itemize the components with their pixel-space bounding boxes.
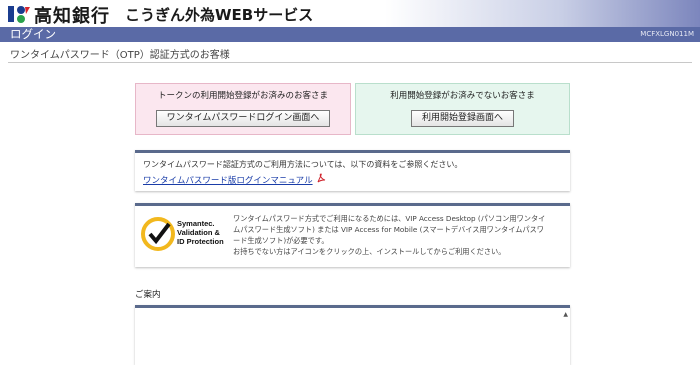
pdf-icon[interactable]	[316, 173, 326, 183]
header-banner: 高知銀行 こうぎん外為WEBサービス	[0, 0, 700, 27]
registration-button[interactable]: 利用開始登録画面へ	[411, 110, 514, 127]
not-registered-panel: 利用開始登録がお済みでないお客さま 利用開始登録画面へ	[355, 83, 570, 135]
token-registered-title: トークンの利用開始登録がお済みのお客さま	[157, 91, 328, 101]
token-registered-panel: トークンの利用開始登録がお済みのお客さま ワンタイムパスワードログイン画面へ	[135, 83, 351, 135]
screen-code: MCFXLGN011M	[640, 30, 694, 38]
symantec-vip-logo[interactable]: Symantec. Validation & ID Protection	[141, 215, 227, 255]
symantec-check-icon	[141, 217, 175, 251]
otp-login-button[interactable]: ワンタイムパスワードログイン画面へ	[156, 110, 330, 127]
heading-divider	[8, 62, 692, 63]
page-titlebar: ログイン MCFXLGN011M	[0, 27, 700, 42]
bank-logo-icon	[8, 6, 30, 23]
guide-box: ▲	[135, 305, 570, 365]
symantec-logo-text: Symantec. Validation & ID Protection	[177, 219, 224, 246]
scroll-up-icon[interactable]: ▲	[563, 311, 568, 318]
symantec-panel: Symantec. Validation & ID Protection ワンタ…	[135, 203, 570, 267]
service-name: こうぎん外為WEBサービス	[125, 6, 314, 24]
page-title: ログイン	[10, 27, 56, 41]
vip-access-description: ワンタイムパスワード方式でご利用になるためには、VIP Access Deskt…	[233, 214, 546, 256]
login-manual-link[interactable]: ワンタイムパスワード版ログインマニュアル	[143, 174, 313, 186]
manual-info-panel: ワンタイムパスワード認証方式のご利用方法については、以下の資料をご参照ください。…	[135, 150, 570, 191]
manual-info-text: ワンタイムパスワード認証方式のご利用方法については、以下の資料をご参照ください。	[143, 160, 463, 169]
section-heading: ワンタイムパスワード（OTP）認証方式のお客様	[10, 50, 230, 61]
guide-label: ご案内	[135, 290, 161, 300]
not-registered-title: 利用開始登録がお済みでないお客さま	[390, 91, 535, 101]
bank-name: 高知銀行	[34, 6, 110, 27]
